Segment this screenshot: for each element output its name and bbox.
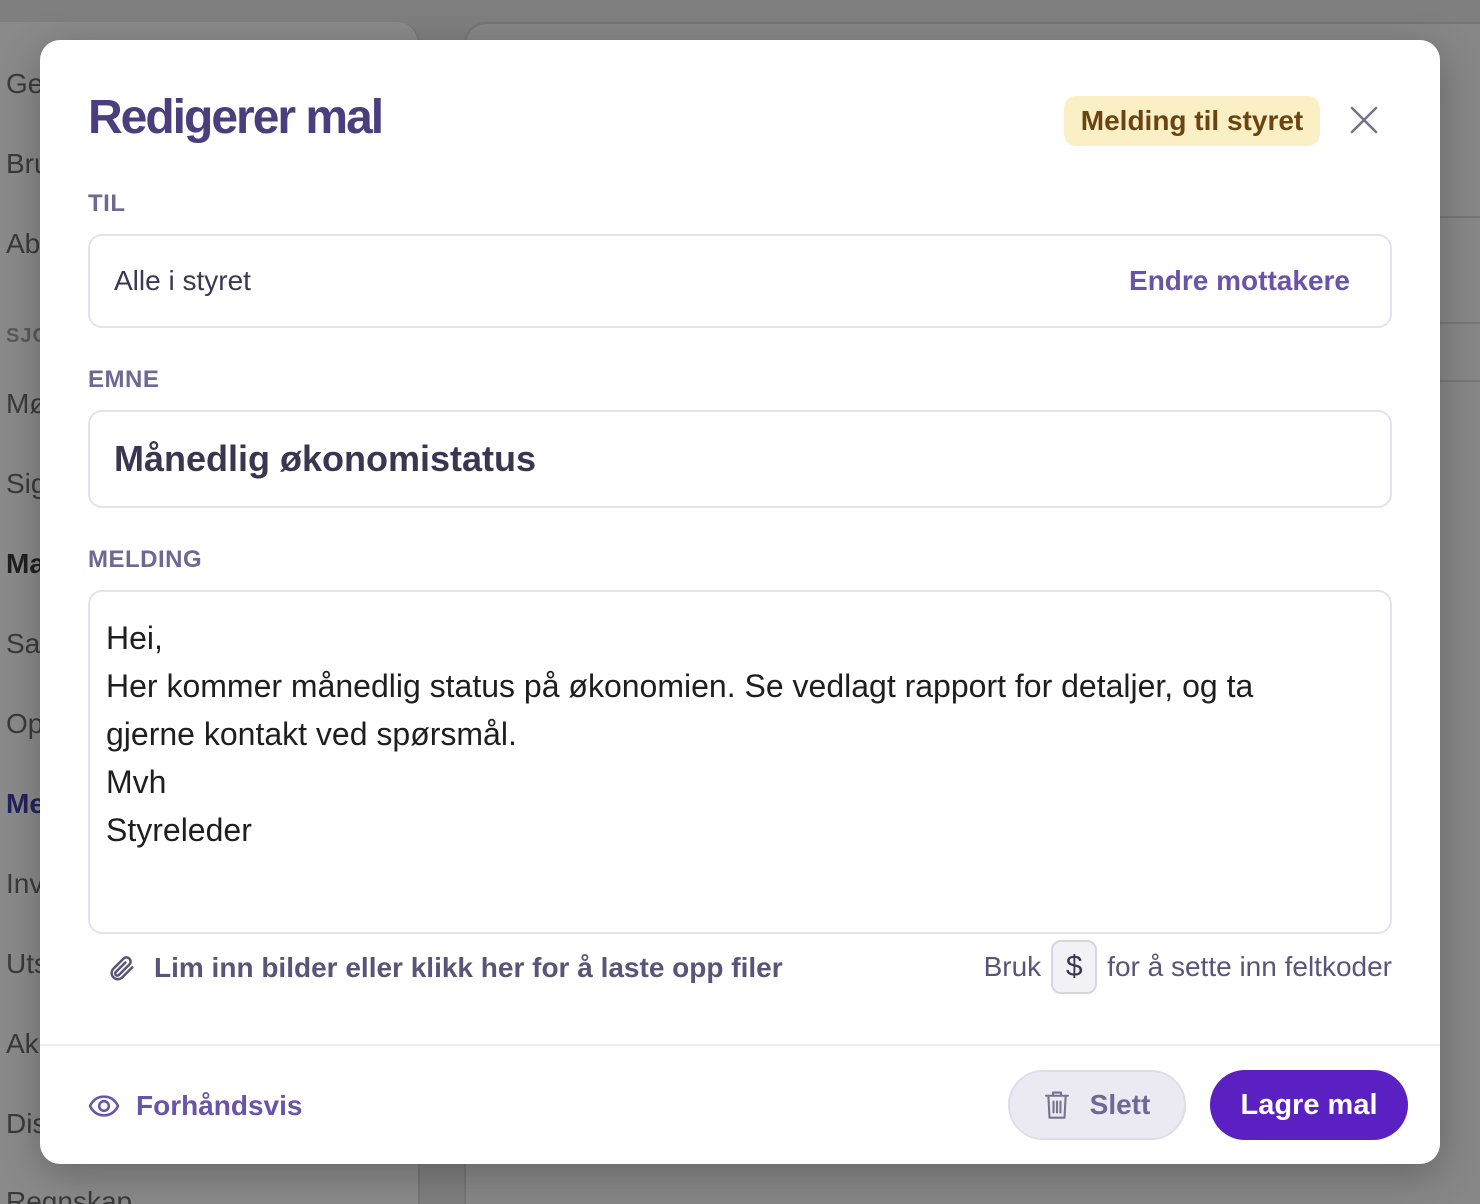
bg-nav-item: Ak bbox=[6, 1028, 39, 1059]
delete-button[interactable]: Slett bbox=[1008, 1070, 1186, 1140]
bg-nav-item: Op bbox=[6, 708, 44, 739]
preview-button[interactable]: Forhåndsvis bbox=[88, 1084, 302, 1128]
message-line: Her kommer månedlig status på økonomien.… bbox=[106, 668, 1254, 704]
save-template-button[interactable]: Lagre mal bbox=[1210, 1070, 1408, 1140]
bg-nav-item: Sa bbox=[6, 628, 41, 659]
to-label: TIL bbox=[88, 190, 126, 217]
eye-icon bbox=[88, 1095, 120, 1117]
message-line: Hei, bbox=[106, 620, 163, 656]
delete-label: Slett bbox=[1089, 1089, 1151, 1120]
subject-input[interactable] bbox=[114, 438, 1366, 480]
paperclip-icon bbox=[110, 956, 134, 981]
message-line: Styreleder bbox=[106, 812, 252, 848]
subject-field bbox=[88, 410, 1392, 508]
footer-divider bbox=[40, 1044, 1440, 1046]
trash-icon bbox=[1044, 1091, 1069, 1119]
recipients-field: Alle i styret Endre mottakere bbox=[88, 234, 1392, 328]
subject-label: EMNE bbox=[88, 366, 160, 393]
change-recipients-link[interactable]: Endre mottakere bbox=[1129, 265, 1350, 297]
edit-template-modal: Redigerer mal Melding til styret TIL All… bbox=[40, 40, 1440, 1164]
field-code-hint: Bruk $ for å sette inn feltkoder bbox=[984, 940, 1392, 994]
hint-suffix: for å sette inn feltkoder bbox=[1107, 951, 1392, 982]
message-line: gjerne kontakt ved spørsmål. bbox=[106, 716, 517, 752]
bg-nav-item: Ge bbox=[6, 68, 44, 99]
bg-nav-item: Inv bbox=[6, 868, 44, 899]
message-line: Mvh bbox=[106, 764, 167, 800]
preview-label: Forhåndsvis bbox=[136, 1090, 303, 1121]
template-type-badge: Melding til styret bbox=[1064, 96, 1320, 146]
bg-nav-item: Regnskap bbox=[6, 1186, 133, 1204]
hint-prefix: Bruk bbox=[983, 951, 1042, 982]
message-label: MELDING bbox=[88, 546, 203, 573]
modal-title: Redigerer mal bbox=[88, 91, 384, 144]
close-button[interactable] bbox=[1344, 100, 1384, 140]
upload-files-text: Lim inn bilder eller klikk her for å las… bbox=[154, 952, 783, 983]
upload-files-button[interactable]: Lim inn bilder eller klikk her for å las… bbox=[106, 948, 783, 988]
message-textarea[interactable]: Hei, Her kommer månedlig status på økono… bbox=[88, 590, 1392, 934]
recipients-value: Alle i styret bbox=[114, 265, 251, 296]
close-icon bbox=[1350, 106, 1378, 134]
dollar-key: $ bbox=[1051, 940, 1098, 994]
bg-nav-item: Ab bbox=[6, 228, 41, 259]
